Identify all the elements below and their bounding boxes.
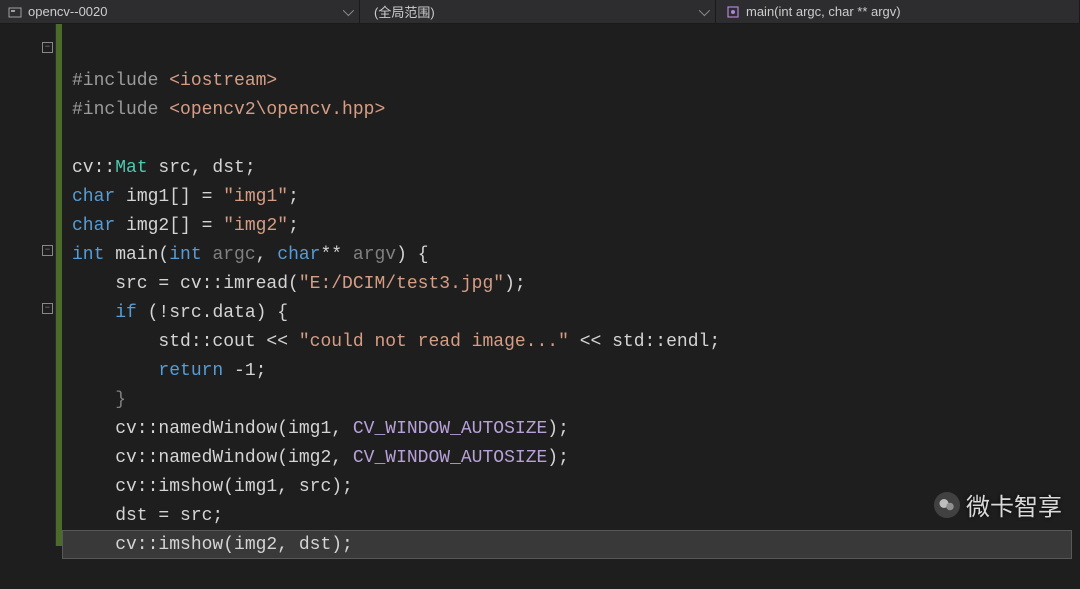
code-token: main( — [104, 245, 169, 265]
gutter — [0, 24, 56, 546]
code-token: char — [72, 187, 115, 207]
code-token: ); — [504, 274, 526, 294]
function-label: main(int argc, char ** argv) — [746, 4, 901, 19]
code-token: Mat — [115, 158, 147, 178]
code-token: "could not read image..." — [299, 332, 569, 352]
code-token: #include — [72, 100, 169, 120]
code-token: cv::namedWindow(img1, — [72, 419, 353, 439]
fold-toggle-icon[interactable]: − — [42, 245, 53, 256]
code-token: (!src.data) { — [137, 303, 288, 323]
code-token: -1; — [223, 361, 266, 381]
watermark-text: 微卡智享 — [966, 487, 1062, 522]
code-token: , — [256, 245, 278, 265]
code-token: ; — [288, 216, 299, 236]
code-token: src = cv::imread( — [72, 274, 299, 294]
chevron-down-icon — [699, 4, 710, 15]
code-token: int — [169, 245, 201, 265]
code-token — [72, 361, 158, 381]
code-token: cv:: — [72, 158, 115, 178]
code-content[interactable]: #include <iostream> #include <opencv2\op… — [56, 24, 1080, 546]
code-token — [202, 245, 213, 265]
code-token: cv::namedWindow(img2, — [72, 448, 353, 468]
code-token: "img1" — [223, 187, 288, 207]
code-token: cv::imshow(img1, src); — [72, 477, 353, 497]
project-dropdown[interactable]: opencv--0020 — [0, 0, 360, 23]
code-token: return — [158, 361, 223, 381]
code-token: cv::imshow(img2, dst); — [72, 535, 353, 555]
navigation-bar: opencv--0020 (全局范围) main(int argc, char … — [0, 0, 1080, 24]
code-token: char — [277, 245, 320, 265]
code-token: #include — [72, 71, 169, 91]
function-dropdown[interactable]: main(int argc, char ** argv) — [716, 0, 1080, 23]
watermark: 微卡智享 — [934, 487, 1062, 522]
code-token: argv — [353, 245, 396, 265]
wechat-icon — [934, 492, 960, 518]
code-token: dst = src; — [72, 506, 223, 526]
code-token: "E:/DCIM/test3.jpg" — [299, 274, 504, 294]
code-editor[interactable]: − − − #include <iostream> #include <open… — [0, 24, 1080, 546]
code-token: img2[] = — [115, 216, 223, 236]
code-token — [72, 303, 115, 323]
code-token: ** — [320, 245, 352, 265]
code-token: ); — [547, 448, 569, 468]
fold-toggle-icon[interactable]: − — [42, 42, 53, 53]
code-token: CV_WINDOW_AUTOSIZE — [353, 419, 547, 439]
code-token: if — [115, 303, 137, 323]
code-token: int — [72, 245, 104, 265]
code-token: CV_WINDOW_AUTOSIZE — [353, 448, 547, 468]
code-token: std::cout << — [72, 332, 299, 352]
code-token: << std::endl; — [569, 332, 720, 352]
code-token: img1[] = — [115, 187, 223, 207]
code-token: <iostream> — [169, 71, 277, 91]
project-icon — [8, 5, 22, 19]
chevron-down-icon — [343, 4, 354, 15]
code-token: argc — [212, 245, 255, 265]
code-token: ); — [547, 419, 569, 439]
fold-toggle-icon[interactable]: − — [42, 303, 53, 314]
code-token: } — [72, 390, 126, 410]
project-label: opencv--0020 — [28, 4, 108, 19]
scope-dropdown[interactable]: (全局范围) — [360, 0, 716, 23]
code-token: <opencv2\opencv.hpp> — [169, 100, 385, 120]
code-token: src, dst; — [148, 158, 256, 178]
code-token: char — [72, 216, 115, 236]
function-icon — [726, 5, 740, 19]
code-token: ) { — [396, 245, 428, 265]
code-token: ; — [288, 187, 299, 207]
scope-label: (全局范围) — [374, 2, 435, 21]
code-token: "img2" — [223, 216, 288, 236]
